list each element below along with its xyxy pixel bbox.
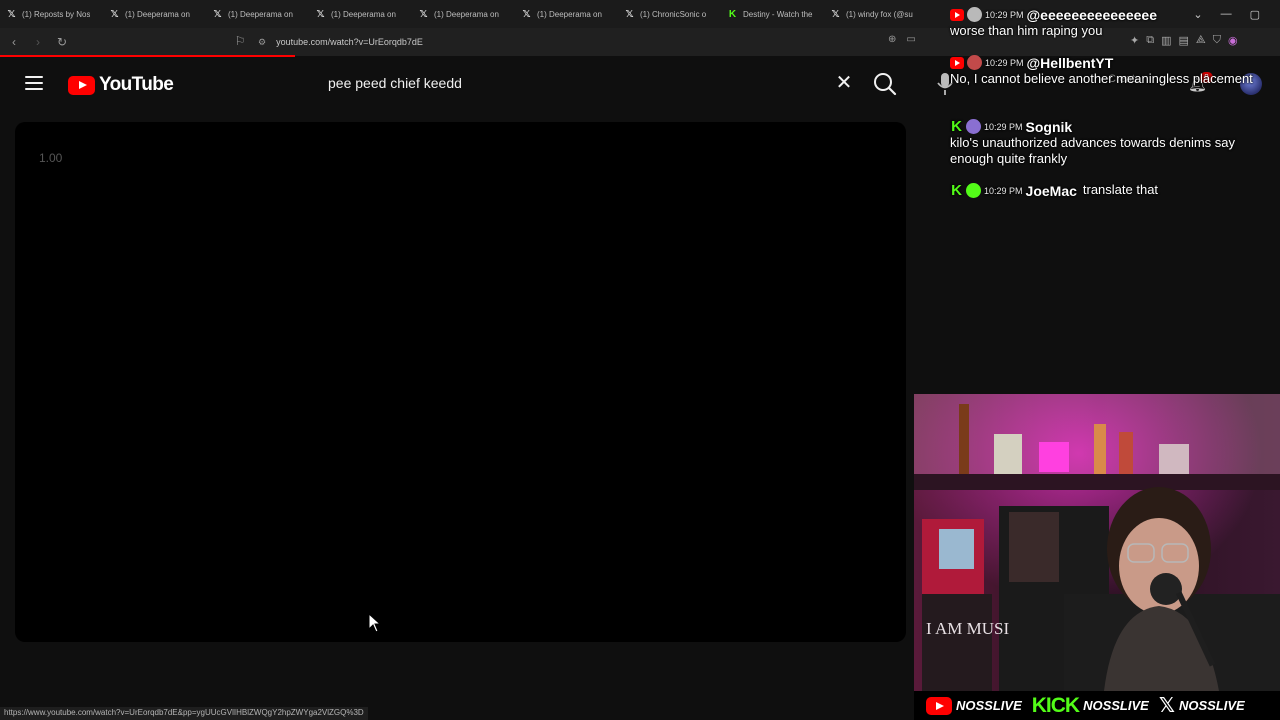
chat-timestamp: 10:29 PM (985, 57, 1024, 68)
chat-message: K 10:29 PM Sognik kilo's unauthorized advan… (950, 118, 1266, 167)
search-button[interactable] (870, 69, 900, 99)
playback-speed-indicator: 1.00 (39, 151, 63, 165)
chat-message: 10:29 PM @HellbentYT No, I cannot believe … (950, 54, 1266, 87)
tab-title: (1) Deeperama on (228, 9, 293, 19)
chat-message-meta: 10:29 PM @eeeeeeeeeeeeeee (950, 7, 1157, 23)
tab-title: (1) Deeperama on (537, 9, 602, 19)
youtube-header: YouTube pee peed chief keedd ✕ Create 🔔︎ (0, 57, 1207, 113)
chat-avatar (967, 7, 982, 23)
address-bar-icons: ⊕ ▭ (888, 34, 916, 45)
chat-message-meta: K 10:29 PM Sognik (950, 119, 1072, 135)
browser-tab[interactable]: K Destiny - Watch the (721, 0, 824, 28)
tab-title: (1) Deeperama on (125, 9, 190, 19)
zoom-icon[interactable]: ⊕ (888, 34, 896, 45)
forward-button[interactable]: › (28, 35, 48, 49)
x-logo-icon: 𝕏 (110, 8, 119, 20)
url-field[interactable]: ⚙ youtube.com/watch?v=UrEorqdb7dE (258, 32, 938, 52)
mouse-cursor-icon (368, 613, 382, 633)
chat-message-meta: 10:29 PM @HellbentYT (950, 55, 1113, 71)
x-logo-icon: 𝕏 (7, 8, 16, 20)
search-input[interactable]: pee peed chief keedd (314, 65, 866, 103)
tab-title: (1) ChronicSonic o (640, 9, 707, 19)
kick-logo-icon: K (951, 117, 962, 135)
chat-avatar (967, 55, 982, 71)
clear-search-button[interactable]: ✕ (834, 73, 854, 93)
link-status-bar: https://www.youtube.com/watch?v=UrEorqdb… (0, 707, 368, 720)
chat-username: Sognik (1025, 118, 1073, 135)
browser-tab[interactable]: 𝕏 (1) Deeperama on (412, 0, 515, 28)
browser-tab[interactable]: 𝕏 (1) Reposts by Nos (0, 0, 103, 28)
chat-username: @HellbentYT (1026, 54, 1114, 71)
youtube-wordmark: YouTube (99, 74, 174, 95)
kick-handle-text: NOSSLIVE (1083, 698, 1149, 713)
bookmark-icon[interactable]: ⚐ (230, 34, 250, 48)
chat-message: K 10:29 PM JoeMac translate that (950, 182, 1266, 199)
kick-handle: KICK NOSSLIVE (1032, 694, 1149, 718)
chat-timestamp: 10:29 PM (985, 9, 1024, 20)
kick-logo-icon: K (951, 181, 962, 199)
browser-tab[interactable]: 𝕏 (1) Deeperama on (309, 0, 412, 28)
chat-username: JoeMac (1025, 182, 1077, 199)
chat-avatar (966, 183, 981, 199)
x-logo-icon: 𝕏 (213, 8, 222, 20)
video-player[interactable]: 1.00 (15, 122, 906, 642)
search-query-text: pee peed chief keedd (328, 75, 462, 91)
tab-title: (1) Reposts by Nos (22, 9, 91, 19)
url-text: youtube.com/watch?v=UrEorqdb7dE (276, 37, 423, 47)
webcam-feed: I AM MUSI (914, 394, 1280, 691)
search-icon (874, 73, 897, 96)
youtube-logo-icon (950, 8, 964, 21)
x-handle: 𝕏 NOSSLIVE (1159, 693, 1245, 718)
tab-title: (1) Deeperama on (331, 9, 396, 19)
cast-icon[interactable]: ▭ (906, 34, 915, 45)
x-logo-icon: 𝕏 (522, 8, 531, 20)
poster-lettering: I AM MUSI (926, 619, 1009, 638)
chat-avatar (966, 119, 981, 135)
x-logo-icon: 𝕏 (419, 8, 428, 20)
chat-message-text: kilo's unauthorized advances towards den… (950, 134, 1236, 166)
chat-message: 10:29 PM @eeeeeeeeeeeeeee worse than him r… (950, 6, 1266, 39)
reload-button[interactable]: ↻ (52, 35, 72, 49)
youtube-logo-icon (950, 56, 964, 69)
chat-timestamp: 10:29 PM (984, 121, 1023, 132)
tab-title: Destiny - Watch the (743, 9, 813, 19)
youtube-handle-text: NOSSLIVE (956, 698, 1022, 713)
browser-tab[interactable]: 𝕏 (1) Deeperama on (515, 0, 618, 28)
youtube-logo-icon (926, 696, 952, 715)
x-logo-icon: 𝕏 (1158, 695, 1175, 717)
stream-branding-bar: NOSSLIVE KICK NOSSLIVE 𝕏 NOSSLIVE (914, 691, 1280, 720)
youtube-handle: NOSSLIVE (926, 696, 1022, 715)
webcam-image: I AM MUSI (914, 394, 1280, 691)
browser-tab[interactable]: 𝕏 (1) ChronicSonic o (618, 0, 721, 28)
site-info-icon[interactable]: ⚙ (258, 37, 266, 48)
chat-message-text: No, I cannot believe another meaningless… (950, 70, 1253, 86)
tab-list: 𝕏 (1) Reposts by Nos 𝕏 (1) Deeperama on 𝕏 (1)… (0, 0, 927, 28)
back-button[interactable]: ‹ (4, 35, 24, 49)
browser-tab[interactable]: 𝕏 (1) Deeperama on (206, 0, 309, 28)
menu-icon[interactable] (25, 76, 43, 90)
chat-message-text: worse than him raping you (950, 22, 1103, 38)
chat-timestamp: 10:29 PM (984, 185, 1023, 196)
x-logo-icon: 𝕏 (625, 8, 634, 20)
chat-username: @eeeeeeeeeeeeeee (1026, 6, 1157, 23)
x-logo-icon: 𝕏 (316, 8, 325, 20)
tab-title: (1) Deeperama on (434, 9, 499, 19)
chat-message-text: translate that (1082, 182, 1159, 197)
youtube-play-icon (68, 75, 95, 95)
x-logo-icon: 𝕏 (831, 8, 840, 20)
chat-message-meta: K 10:29 PM JoeMac (950, 183, 1077, 199)
youtube-logo[interactable]: YouTube (68, 74, 174, 96)
kick-logo-icon: KICK (1031, 693, 1080, 717)
tab-title: (1) windy fox (@su (846, 9, 913, 19)
x-handle-text: NOSSLIVE (1178, 698, 1245, 713)
browser-tab[interactable]: 𝕏 (1) Deeperama on (103, 0, 206, 28)
browser-tab[interactable]: 𝕏 (1) windy fox (@su (824, 0, 927, 28)
kick-logo-icon: K (728, 8, 737, 20)
